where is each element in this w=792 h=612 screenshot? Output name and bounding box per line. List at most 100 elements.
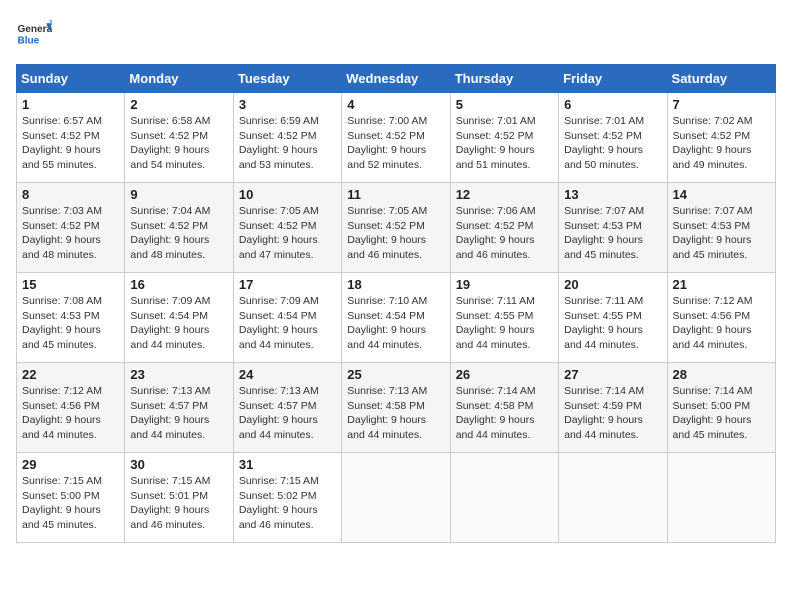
- day-number: 27: [564, 367, 661, 382]
- header: General Blue: [16, 16, 776, 52]
- calendar-week-row: 22 Sunrise: 7:12 AMSunset: 4:56 PMDaylig…: [17, 363, 776, 453]
- calendar-cell: 23 Sunrise: 7:13 AMSunset: 4:57 PMDaylig…: [125, 363, 233, 453]
- calendar-cell: 15 Sunrise: 7:08 AMSunset: 4:53 PMDaylig…: [17, 273, 125, 363]
- calendar-week-row: 29 Sunrise: 7:15 AMSunset: 5:00 PMDaylig…: [17, 453, 776, 543]
- day-number: 23: [130, 367, 227, 382]
- day-number: 10: [239, 187, 336, 202]
- calendar-cell: [667, 453, 775, 543]
- calendar-cell: 18 Sunrise: 7:10 AMSunset: 4:54 PMDaylig…: [342, 273, 450, 363]
- calendar-cell: 27 Sunrise: 7:14 AMSunset: 4:59 PMDaylig…: [559, 363, 667, 453]
- day-detail: Sunrise: 7:12 AMSunset: 4:56 PMDaylight:…: [22, 385, 102, 441]
- day-number: 13: [564, 187, 661, 202]
- day-number: 15: [22, 277, 119, 292]
- day-number: 21: [673, 277, 770, 292]
- day-detail: Sunrise: 6:57 AMSunset: 4:52 PMDaylight:…: [22, 115, 102, 171]
- calendar-cell: 6 Sunrise: 7:01 AMSunset: 4:52 PMDayligh…: [559, 93, 667, 183]
- day-number: 9: [130, 187, 227, 202]
- day-detail: Sunrise: 7:09 AMSunset: 4:54 PMDaylight:…: [130, 295, 210, 351]
- day-detail: Sunrise: 7:06 AMSunset: 4:52 PMDaylight:…: [456, 205, 536, 261]
- day-detail: Sunrise: 7:11 AMSunset: 4:55 PMDaylight:…: [564, 295, 643, 351]
- day-number: 2: [130, 97, 227, 112]
- calendar-week-row: 15 Sunrise: 7:08 AMSunset: 4:53 PMDaylig…: [17, 273, 776, 363]
- day-detail: Sunrise: 7:08 AMSunset: 4:53 PMDaylight:…: [22, 295, 102, 351]
- day-number: 18: [347, 277, 444, 292]
- day-detail: Sunrise: 7:07 AMSunset: 4:53 PMDaylight:…: [564, 205, 644, 261]
- day-number: 17: [239, 277, 336, 292]
- calendar-cell: 13 Sunrise: 7:07 AMSunset: 4:53 PMDaylig…: [559, 183, 667, 273]
- calendar-table: SundayMondayTuesdayWednesdayThursdayFrid…: [16, 64, 776, 543]
- day-number: 1: [22, 97, 119, 112]
- day-detail: Sunrise: 7:15 AMSunset: 5:00 PMDaylight:…: [22, 475, 102, 531]
- calendar-cell: [559, 453, 667, 543]
- day-number: 3: [239, 97, 336, 112]
- day-detail: Sunrise: 7:13 AMSunset: 4:57 PMDaylight:…: [239, 385, 319, 441]
- day-number: 19: [456, 277, 553, 292]
- weekday-header-tuesday: Tuesday: [233, 65, 341, 93]
- calendar-week-row: 8 Sunrise: 7:03 AMSunset: 4:52 PMDayligh…: [17, 183, 776, 273]
- day-number: 20: [564, 277, 661, 292]
- calendar-cell: 7 Sunrise: 7:02 AMSunset: 4:52 PMDayligh…: [667, 93, 775, 183]
- day-detail: Sunrise: 7:12 AMSunset: 4:56 PMDaylight:…: [673, 295, 753, 351]
- calendar-cell: 28 Sunrise: 7:14 AMSunset: 5:00 PMDaylig…: [667, 363, 775, 453]
- day-detail: Sunrise: 7:01 AMSunset: 4:52 PMDaylight:…: [564, 115, 644, 171]
- calendar-cell: 16 Sunrise: 7:09 AMSunset: 4:54 PMDaylig…: [125, 273, 233, 363]
- day-detail: Sunrise: 7:03 AMSunset: 4:52 PMDaylight:…: [22, 205, 102, 261]
- calendar-cell: 29 Sunrise: 7:15 AMSunset: 5:00 PMDaylig…: [17, 453, 125, 543]
- svg-text:General: General: [17, 24, 52, 35]
- calendar-cell: 4 Sunrise: 7:00 AMSunset: 4:52 PMDayligh…: [342, 93, 450, 183]
- logo-icon: General Blue: [16, 16, 52, 52]
- calendar-cell: [450, 453, 558, 543]
- day-detail: Sunrise: 7:14 AMSunset: 4:58 PMDaylight:…: [456, 385, 536, 441]
- calendar-cell: 21 Sunrise: 7:12 AMSunset: 4:56 PMDaylig…: [667, 273, 775, 363]
- calendar-cell: 19 Sunrise: 7:11 AMSunset: 4:55 PMDaylig…: [450, 273, 558, 363]
- calendar-cell: 11 Sunrise: 7:05 AMSunset: 4:52 PMDaylig…: [342, 183, 450, 273]
- day-detail: Sunrise: 7:05 AMSunset: 4:52 PMDaylight:…: [347, 205, 427, 261]
- day-detail: Sunrise: 7:02 AMSunset: 4:52 PMDaylight:…: [673, 115, 753, 171]
- weekday-header-wednesday: Wednesday: [342, 65, 450, 93]
- calendar-cell: 20 Sunrise: 7:11 AMSunset: 4:55 PMDaylig…: [559, 273, 667, 363]
- day-number: 14: [673, 187, 770, 202]
- day-detail: Sunrise: 7:05 AMSunset: 4:52 PMDaylight:…: [239, 205, 319, 261]
- weekday-header-row: SundayMondayTuesdayWednesdayThursdayFrid…: [17, 65, 776, 93]
- day-detail: Sunrise: 7:14 AMSunset: 5:00 PMDaylight:…: [673, 385, 753, 441]
- day-number: 22: [22, 367, 119, 382]
- calendar-cell: 31 Sunrise: 7:15 AMSunset: 5:02 PMDaylig…: [233, 453, 341, 543]
- calendar-cell: 14 Sunrise: 7:07 AMSunset: 4:53 PMDaylig…: [667, 183, 775, 273]
- calendar-cell: 3 Sunrise: 6:59 AMSunset: 4:52 PMDayligh…: [233, 93, 341, 183]
- weekday-header-saturday: Saturday: [667, 65, 775, 93]
- calendar-cell: 10 Sunrise: 7:05 AMSunset: 4:52 PMDaylig…: [233, 183, 341, 273]
- calendar-week-row: 1 Sunrise: 6:57 AMSunset: 4:52 PMDayligh…: [17, 93, 776, 183]
- calendar-cell: 25 Sunrise: 7:13 AMSunset: 4:58 PMDaylig…: [342, 363, 450, 453]
- calendar-cell: 8 Sunrise: 7:03 AMSunset: 4:52 PMDayligh…: [17, 183, 125, 273]
- logo: General Blue: [16, 16, 52, 52]
- day-detail: Sunrise: 6:58 AMSunset: 4:52 PMDaylight:…: [130, 115, 210, 171]
- day-detail: Sunrise: 7:04 AMSunset: 4:52 PMDaylight:…: [130, 205, 210, 261]
- day-detail: Sunrise: 7:00 AMSunset: 4:52 PMDaylight:…: [347, 115, 427, 171]
- day-number: 25: [347, 367, 444, 382]
- day-detail: Sunrise: 7:15 AMSunset: 5:01 PMDaylight:…: [130, 475, 210, 531]
- day-detail: Sunrise: 7:14 AMSunset: 4:59 PMDaylight:…: [564, 385, 644, 441]
- day-number: 5: [456, 97, 553, 112]
- day-number: 11: [347, 187, 444, 202]
- day-detail: Sunrise: 7:11 AMSunset: 4:55 PMDaylight:…: [456, 295, 535, 351]
- weekday-header-monday: Monday: [125, 65, 233, 93]
- day-number: 8: [22, 187, 119, 202]
- day-detail: Sunrise: 7:13 AMSunset: 4:58 PMDaylight:…: [347, 385, 427, 441]
- weekday-header-friday: Friday: [559, 65, 667, 93]
- day-number: 12: [456, 187, 553, 202]
- calendar-cell: 22 Sunrise: 7:12 AMSunset: 4:56 PMDaylig…: [17, 363, 125, 453]
- svg-text:Blue: Blue: [17, 35, 39, 46]
- day-number: 26: [456, 367, 553, 382]
- calendar-cell: 17 Sunrise: 7:09 AMSunset: 4:54 PMDaylig…: [233, 273, 341, 363]
- day-detail: Sunrise: 7:01 AMSunset: 4:52 PMDaylight:…: [456, 115, 536, 171]
- calendar-cell: 30 Sunrise: 7:15 AMSunset: 5:01 PMDaylig…: [125, 453, 233, 543]
- calendar-cell: 26 Sunrise: 7:14 AMSunset: 4:58 PMDaylig…: [450, 363, 558, 453]
- day-number: 31: [239, 457, 336, 472]
- day-number: 16: [130, 277, 227, 292]
- calendar-cell: 12 Sunrise: 7:06 AMSunset: 4:52 PMDaylig…: [450, 183, 558, 273]
- day-detail: Sunrise: 7:10 AMSunset: 4:54 PMDaylight:…: [347, 295, 427, 351]
- day-detail: Sunrise: 7:15 AMSunset: 5:02 PMDaylight:…: [239, 475, 319, 531]
- weekday-header-sunday: Sunday: [17, 65, 125, 93]
- calendar-body: 1 Sunrise: 6:57 AMSunset: 4:52 PMDayligh…: [17, 93, 776, 543]
- day-detail: Sunrise: 7:09 AMSunset: 4:54 PMDaylight:…: [239, 295, 319, 351]
